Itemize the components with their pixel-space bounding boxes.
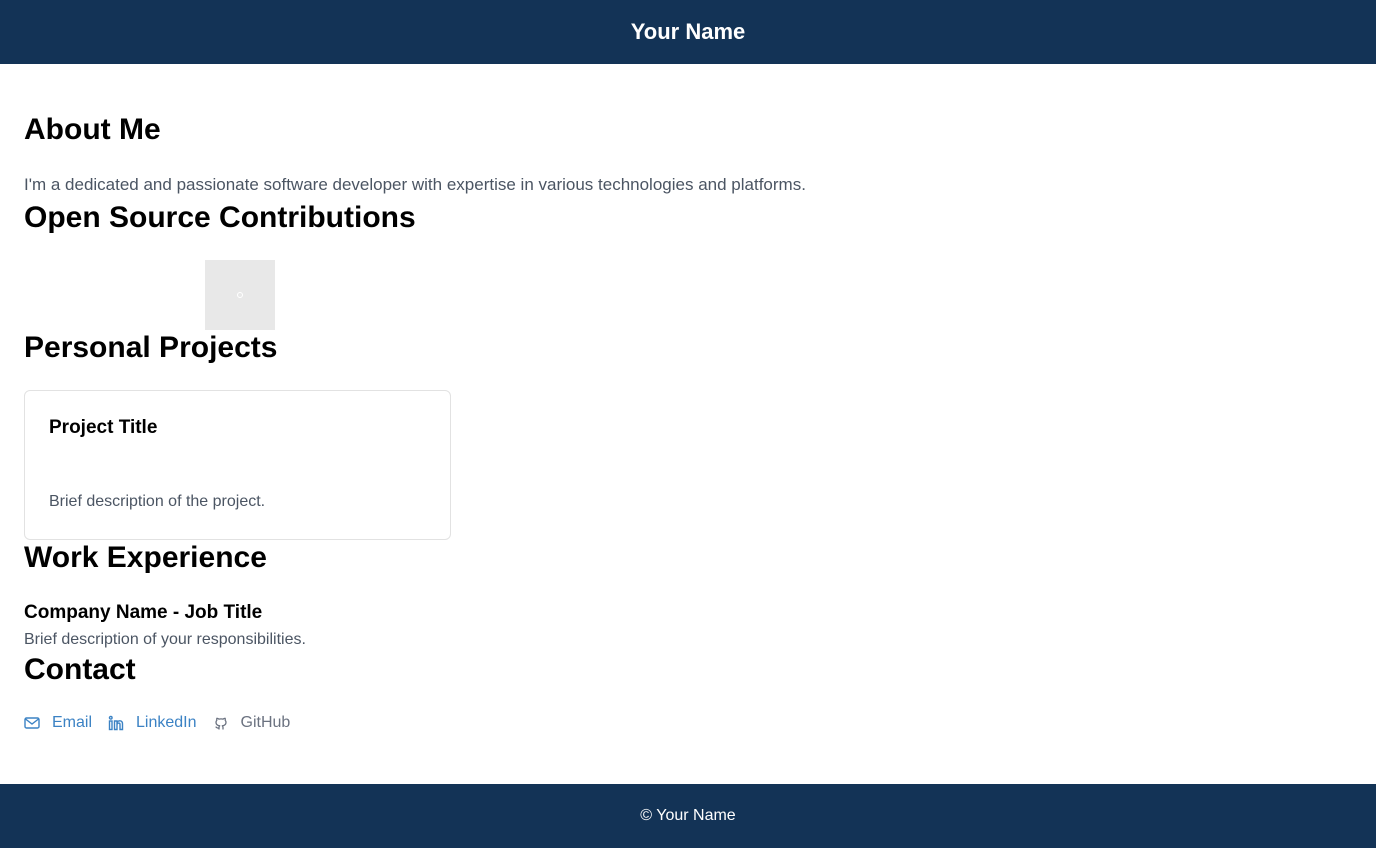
loading-dot-icon [237, 292, 243, 298]
work-heading: Work Experience [24, 541, 267, 574]
mail-icon [24, 716, 40, 730]
main-content: About Me I'm a dedicated and passionate … [0, 64, 1376, 736]
open-source-heading: Open Source Contributions [24, 201, 416, 234]
job-description: Brief description of your responsibiliti… [24, 631, 306, 648]
github-icon [213, 715, 229, 731]
image-placeholder-icon [205, 260, 275, 330]
contact-heading: Contact [24, 653, 136, 686]
about-heading: About Me [24, 113, 161, 146]
project-card[interactable]: Project Title Brief description of the p… [24, 390, 451, 540]
linkedin-icon [108, 715, 124, 731]
site-header: Your Name [0, 0, 1376, 64]
job-title: Company Name - Job Title [24, 602, 263, 623]
site-footer: © Your Name [0, 784, 1376, 848]
linkedin-link-label: LinkedIn [136, 714, 197, 731]
contact-links: Email LinkedIn GitHub [24, 714, 290, 732]
projects-heading: Personal Projects [24, 331, 278, 364]
about-text: I'm a dedicated and passionate software … [24, 175, 806, 194]
github-link-label: GitHub [240, 714, 291, 731]
footer-copyright: © Your Name [640, 807, 736, 824]
email-link-label: Email [52, 714, 93, 731]
github-link[interactable]: GitHub [213, 714, 291, 732]
site-title: Your Name [630, 19, 746, 44]
project-description: Brief description of the project. [49, 493, 266, 510]
email-link[interactable]: Email [24, 714, 92, 732]
project-title: Project Title [49, 417, 158, 438]
linkedin-link[interactable]: LinkedIn [108, 714, 197, 732]
